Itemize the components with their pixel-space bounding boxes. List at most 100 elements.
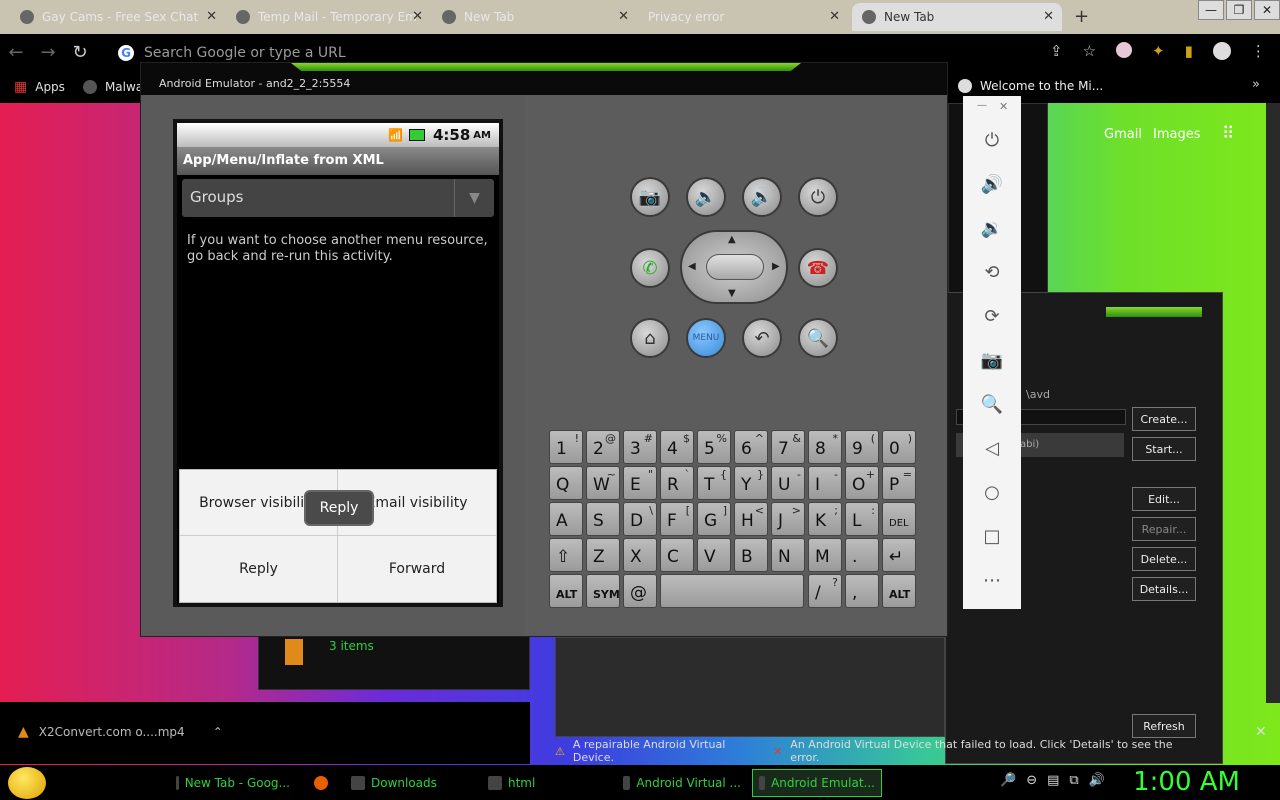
space-key[interactable] [660,574,804,608]
taskbar-item-emulator[interactable]: Android Emulat... [752,769,882,797]
home-circle-icon[interactable]: ○ [980,482,1004,506]
new-tab-button[interactable]: + [1074,6,1089,27]
more-icon[interactable]: ⋯ [980,570,1004,594]
groups-spinner[interactable]: Groups ▼ [182,179,494,217]
taskbar-item-chrome[interactable]: New Tab - Goog... [170,769,296,797]
key-0-8[interactable]: 9( [845,430,879,464]
taskbar-item-firefox[interactable] [308,769,340,797]
overview-square-icon[interactable]: □ [980,526,1004,550]
start-button[interactable] [8,767,46,799]
volume-up-icon[interactable]: 🔊 [980,174,1004,198]
key-2-6[interactable]: J > [771,502,805,536]
key-0-0[interactable]: 1! [549,430,583,464]
tab-privacy-error[interactable]: Privacy error ✕ [638,3,848,31]
dpad-center[interactable] [706,254,764,280]
taskbar-item-avd[interactable]: Android Virtual ... [617,769,747,797]
zoom-icon[interactable]: 🔍 [980,394,1004,418]
key-1-7[interactable]: I- [808,466,842,500]
key-0-1[interactable]: 2 @ [586,430,620,464]
start-button[interactable]: Start... [1132,437,1196,461]
forward-button[interactable]: → [32,42,64,63]
key-3-6[interactable]: N [771,538,805,572]
close-tab-icon[interactable]: ✕ [412,9,423,24]
key-3-5[interactable]: B [734,538,768,572]
menu-item-forward[interactable]: Forward [338,536,496,602]
extension-flag-icon[interactable] [1116,42,1133,58]
key-3-1[interactable]: Z [586,538,620,572]
profile-icon[interactable] [1212,42,1231,60]
refresh-button[interactable]: Refresh [1132,714,1196,738]
key-2-9[interactable]: DEL [882,502,916,536]
details-button[interactable]: Details... [1132,577,1196,601]
bookmarks-overflow-icon[interactable]: » [1252,77,1260,92]
key-2-8[interactable]: L: [845,502,879,536]
share-icon[interactable]: ⇪ [1050,42,1063,60]
key-2-1[interactable]: S [586,502,620,536]
tab-new-tab-1[interactable]: New Tab ✕ [432,3,637,31]
key-3-9[interactable]: ↵ [882,538,916,572]
key-1-9[interactable]: P = [882,466,916,500]
reload-button[interactable]: ↻ [64,42,96,63]
maximize-button[interactable]: ❐ [1226,0,1252,20]
sidepanel-icon[interactable]: ▮ [1185,42,1193,60]
rotate-left-icon[interactable]: ⟲ [980,262,1004,286]
rotate-right-icon[interactable]: ⟳ [980,306,1004,330]
gmail-link[interactable]: Gmail [1104,127,1142,142]
end-call-button[interactable]: ☎ [798,248,838,288]
menu-icon[interactable]: ⋮ [1251,42,1266,60]
bookmark-apps[interactable]: Apps [35,80,65,94]
repair-button[interactable]: Repair... [1132,517,1196,541]
close-tab-icon[interactable]: ✕ [206,9,217,24]
close-button[interactable]: ✕ [1254,0,1280,20]
key-0-3[interactable]: 4 $ [660,430,694,464]
alt-key[interactable]: ALT [549,574,583,608]
key-2-7[interactable]: K; [808,502,842,536]
download-item[interactable]: ▲ X2Convert.com o....mp4 ⌃ [18,724,223,740]
key-2-4[interactable]: G] [697,502,731,536]
tab-new-tab-active[interactable]: New Tab ✕ [852,3,1062,31]
key-1-1[interactable]: W ~ [586,466,620,500]
key-2-0[interactable]: A [549,502,583,536]
key-3-7[interactable]: M [808,538,842,572]
camera-icon[interactable]: 📷 [980,350,1004,374]
sym-key[interactable]: SYM [586,574,620,608]
tray-icon[interactable]: ⊖ [1026,773,1037,788]
key-3-0[interactable]: ⇧ [549,538,583,572]
close-icon[interactable]: ✕ [999,100,1008,113]
delete-button[interactable]: Delete... [1132,547,1196,571]
tab-temp-mail[interactable]: Temp Mail - Temporary Em ✕ [226,3,431,31]
key-3-4[interactable]: V [697,538,731,572]
phone-screen[interactable]: 📶 4:58 AM App/Menu/Inflate from XML Grou… [173,119,503,607]
back-button-phone[interactable]: ↶ [742,318,782,358]
key-3-8[interactable]: . [845,538,879,572]
key-3-3[interactable]: C [660,538,694,572]
volume-up-button[interactable]: 🔊 [742,177,782,217]
key-1-4[interactable]: T{ [697,466,731,500]
apps-launcher-icon[interactable]: ⠿ [1222,124,1234,144]
home-button[interactable]: ⌂ [630,318,670,358]
scrollbar[interactable] [1266,103,1280,703]
key-1-8[interactable]: O + [845,466,879,500]
key-0-7[interactable]: 8 * [808,430,842,464]
taskbar-item-downloads[interactable]: Downloads [345,769,475,797]
search-button[interactable]: 🔍 [798,318,838,358]
key-1-3[interactable]: R ` [660,466,694,500]
key-1-0[interactable]: Q [549,466,583,500]
key-3-2[interactable]: X [623,538,657,572]
power-icon[interactable]: ⏻ [980,130,1004,154]
volume-icon[interactable]: 🔊 [1089,773,1105,788]
minimize-icon[interactable]: — [977,100,987,111]
close-tab-icon[interactable]: ✕ [618,9,629,24]
star-icon[interactable]: ☆ [1083,42,1096,60]
key-1-2[interactable]: E " [623,466,657,500]
key-0-6[interactable]: 7 & [771,430,805,464]
dpad-up[interactable]: ▲ [728,234,736,245]
key-0-9[interactable]: 0) [882,430,916,464]
create-button[interactable]: Create... [1132,407,1196,431]
chevron-up-icon[interactable]: ⌃ [213,725,223,739]
close-download-bar-icon[interactable]: ✕ [1255,724,1267,740]
images-link[interactable]: Images [1153,127,1201,142]
key-2-3[interactable]: F[ [660,502,694,536]
minimize-button[interactable]: — [1198,0,1224,20]
camera-button[interactable]: 📷 [630,177,670,217]
